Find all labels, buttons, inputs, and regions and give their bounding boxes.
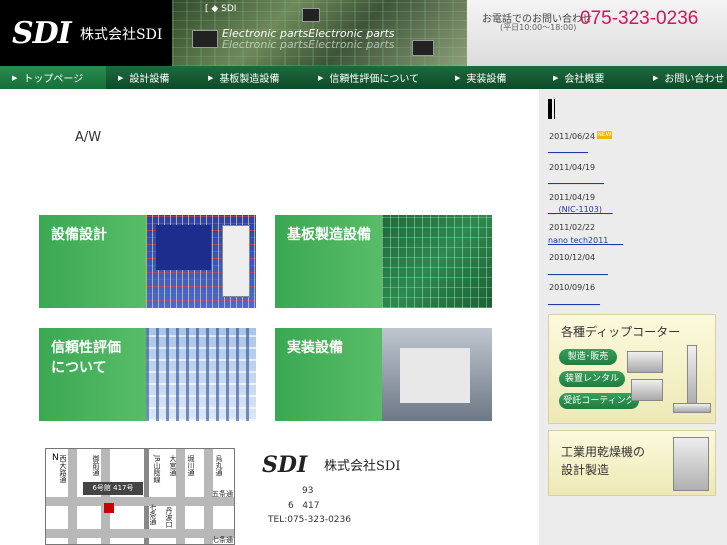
news-link[interactable]: _____________ <box>548 296 600 305</box>
news-date: 2011/06/24 <box>549 132 596 141</box>
news-link[interactable]: ______________ <box>548 175 604 184</box>
nav-item-label: 信頼性評価について <box>329 74 420 85</box>
nav-item-company[interactable]: ▶ 会社概要 <box>541 66 641 89</box>
map-label: 御前通 <box>92 455 100 476</box>
map-label: JR山陰線 <box>153 455 161 483</box>
map-label: 西大路通 <box>59 455 67 483</box>
map-label: 大宮通 <box>169 455 177 476</box>
arrow-right-icon: ▶ <box>118 73 124 82</box>
map-label: 七条通 <box>212 536 233 544</box>
nav-item-label: 会社概要 <box>564 74 605 85</box>
company-name: 株式会社SDI <box>324 459 401 474</box>
arrow-right-icon: ▶ <box>653 73 659 82</box>
tile-mounting-equipment[interactable]: 実装設備 <box>275 328 492 421</box>
banner-dip-coater[interactable]: 各種ディップコーター 製造･販売 装置レンタル 受託コーティング <box>548 314 716 424</box>
map-location-marker <box>104 503 114 513</box>
pill-rental-button[interactable]: 装置レンタル <box>559 371 625 387</box>
tile-label: 設備設計 <box>51 227 107 243</box>
map-building-badge: 6号館 417号 <box>83 482 143 495</box>
dryer-machine-image <box>673 437 709 491</box>
tile-design-equipment[interactable]: 設備設計 <box>39 215 256 308</box>
company-tel: TEL:075-323-0236 <box>268 515 351 525</box>
contact-phone[interactable]: 075-323-0236 <box>580 8 698 30</box>
tile-reliability[interactable]: 信頼性評価 について <box>39 328 256 421</box>
map-label: 堀川通 <box>187 455 195 476</box>
news-link[interactable]: _______________ <box>548 266 608 275</box>
nav-item-mounting[interactable]: ▶ 実装設備 <box>443 66 541 89</box>
tile-board-manufacturing[interactable]: 基板製造設備 <box>275 215 492 308</box>
coater-machine-image <box>627 351 663 373</box>
banner-title: 各種ディップコーター <box>561 325 681 339</box>
arrow-right-icon: ▶ <box>208 73 214 82</box>
arrow-right-icon: ▶ <box>553 73 559 82</box>
news-date: 2010/12/04 <box>549 253 596 262</box>
tile-label: 基板製造設備 <box>287 227 371 243</box>
nav-item-reliability[interactable]: ▶ 信頼性評価について <box>306 66 443 89</box>
news-heading-mark <box>548 99 552 119</box>
company-address-line1: 93 <box>302 486 314 496</box>
map-road <box>46 497 234 506</box>
aw-label: A/W <box>75 130 102 145</box>
header-tagline-shadow: Electronic partsElectronic parts <box>222 38 395 51</box>
tile-label: 信頼性評価 について <box>51 340 121 376</box>
pill-sales-button[interactable]: 製造･販売 <box>559 349 617 365</box>
nav-item-label: 設計設備 <box>129 74 170 85</box>
main-nav: ▶ トップページ ▶ 設計設備 ▶ 基板製造設備 ▶ 信頼性評価について ▶ 実… <box>0 66 727 89</box>
coater-machine-image <box>673 403 711 413</box>
nav-item-label: トップページ <box>23 74 84 85</box>
pill-consignment-button[interactable]: 受託コーティング <box>559 393 639 409</box>
banner-title: 工業用乾燥機の 設計製造 <box>561 443 645 479</box>
company-address-line2: 6 417 <box>288 501 320 511</box>
news-date: 2011/02/22 <box>549 223 596 232</box>
access-map[interactable]: N 西大路通 御前通 JR山陰線 大宮通 堀川通 烏丸通 五条通 七条通 丹波口… <box>45 448 235 545</box>
banner-title-line2: 設計製造 <box>561 463 610 477</box>
map-label: 烏丸通 <box>215 455 223 476</box>
news-date: 2010/09/16 <box>549 283 596 292</box>
nav-item-label: お問い合わせ <box>664 74 725 85</box>
nav-item-contact[interactable]: ▶ お問い合わせ <box>641 66 727 89</box>
arrow-right-icon: ▶ <box>12 73 18 82</box>
contact-hours: (平日10:00〜18:00) <box>500 23 577 32</box>
arrow-right-icon: ▶ <box>455 73 461 82</box>
site-header: SDI 株式会社SDI [ ◆ SDI Electronic partsElec… <box>0 0 727 66</box>
tile-label: 実装設備 <box>287 340 343 356</box>
nav-item-design[interactable]: ▶ 設計設備 <box>106 66 196 89</box>
arrow-right-icon: ▶ <box>318 73 324 82</box>
banner-industrial-dryer[interactable]: 工業用乾燥機の 設計製造 <box>548 430 716 496</box>
logo[interactable]: SDI 株式会社SDI <box>0 0 172 66</box>
news-link[interactable]: nano tech2011 ___ <box>548 236 623 245</box>
tile-photo-pcb <box>382 215 492 308</box>
banner-title-line1: 工業用乾燥機の <box>561 445 646 459</box>
coater-machine-image <box>687 345 697 409</box>
map-road <box>46 529 234 538</box>
new-badge: NEW <box>597 131 612 139</box>
coater-machine-image <box>631 379 663 401</box>
news-heading-mark <box>554 99 555 119</box>
news-link[interactable]: __________ <box>548 144 588 153</box>
logo-mark: SDI <box>12 16 72 51</box>
nav-item-label: 基板製造設備 <box>219 74 280 85</box>
news-link[interactable]: __ (NIC-1103) __ <box>548 205 613 214</box>
tile-photo-machine <box>382 328 492 421</box>
news-date: 2011/04/19 <box>549 163 596 172</box>
tile-photo-cad <box>146 215 256 308</box>
map-label: 丹波口 <box>165 507 173 528</box>
nav-item-label: 実装設備 <box>466 74 507 85</box>
logo-company-name: 株式会社SDI <box>80 27 163 43</box>
header-sdi-tag: [ ◆ SDI <box>205 4 237 14</box>
tile-photo-xray <box>146 328 256 421</box>
company-logo-mark: SDI <box>262 452 308 478</box>
nav-item-top[interactable]: ▶ トップページ <box>0 66 106 89</box>
nav-item-board[interactable]: ▶ 基板製造設備 <box>196 66 306 89</box>
news-date: 2011/04/19 <box>549 193 596 202</box>
map-label: 七条通 <box>149 504 157 525</box>
map-label: 五条通 <box>212 490 233 498</box>
